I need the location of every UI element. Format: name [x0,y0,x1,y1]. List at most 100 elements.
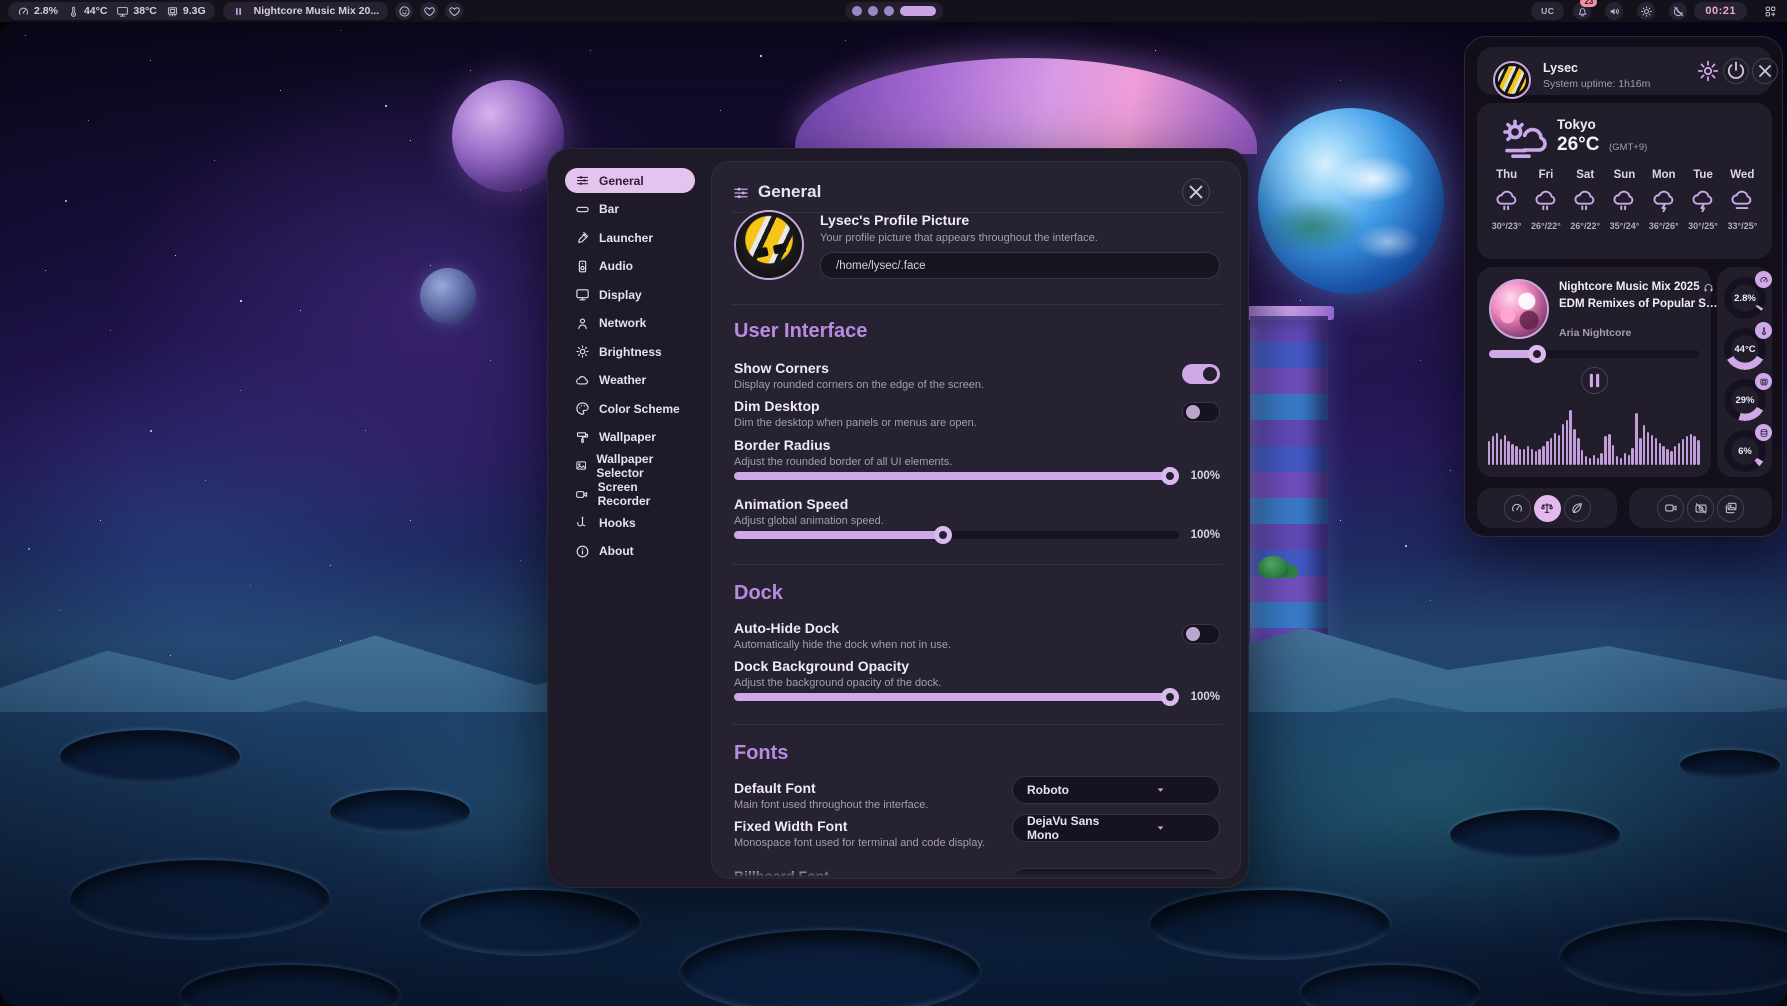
auto-hide-dock-toggle[interactable] [1182,624,1220,644]
media-progress-slider[interactable] [1489,345,1699,363]
fixed-font-value: DejaVu Sans Mono [1027,814,1116,842]
dock-opacity-slider[interactable] [734,688,1179,706]
waveform-bar [1577,438,1579,465]
heart-button[interactable] [420,2,438,20]
utility-video[interactable] [1657,495,1684,522]
waveform-bar [1670,451,1672,465]
waveform-bar [1662,446,1664,465]
media-title-line2: EDM Remixes of Popular S… [1559,298,1717,310]
sidebar-item-general[interactable]: General [565,168,695,193]
workspace-dot[interactable] [868,6,878,16]
sidebar-item-brightness[interactable]: Brightness [565,339,695,364]
pause-button[interactable] [1581,367,1608,394]
heart-button[interactable] [445,2,463,20]
waveform-bar [1620,458,1622,465]
animation-speed-slider[interactable] [734,526,1179,544]
user-avatar[interactable] [1493,61,1531,99]
power-button[interactable] [1723,58,1749,84]
waveform-bar [1585,456,1587,465]
rain-icon [1533,188,1559,214]
system-stats-pill[interactable]: 2.8%44°C38°C9.3G [8,2,215,20]
slider-knob[interactable] [934,526,952,544]
show-corners-label: Show Corners [734,360,829,376]
media-artist: Aria Nightcore [1559,327,1631,339]
workspace-indicator[interactable] [845,2,943,20]
slider-knob[interactable] [1161,688,1179,706]
speedometer-icon [1755,271,1772,288]
power-profile-scales[interactable] [1534,495,1561,522]
slider-knob[interactable] [1161,467,1179,485]
sun-icon [1640,5,1653,18]
audio-icon [575,259,590,274]
notifications-button[interactable]: 23 [1573,2,1591,20]
sidebar-item-launcher[interactable]: Launcher [565,225,695,250]
sidebar-item-label: Weather [599,373,646,387]
sidebar-item-bar[interactable]: Bar [565,197,695,222]
panel-close-button[interactable] [1752,58,1778,84]
border-radius-slider[interactable] [734,467,1179,485]
sidebar-item-network[interactable]: Network [565,311,695,336]
monitor-icon [575,287,590,302]
auto-hide-dock-desc: Automatically hide the dock when not in … [734,639,951,651]
power-profile-leaf[interactable] [1564,495,1591,522]
tray-icon[interactable]: UC [1531,2,1564,20]
scroll-fade [712,868,1240,878]
default-font-desc: Main font used throughout the interface. [734,799,928,811]
sidebar-item-hooks[interactable]: Hooks [565,510,695,535]
brightness-button[interactable] [1637,2,1655,20]
night-light-button[interactable] [1669,2,1687,20]
media-player-card: Nightcore Music Mix 2025 EDM Remixes of … [1477,267,1711,477]
sidebar-item-weather[interactable]: Weather [565,368,695,393]
slider-knob[interactable] [1528,345,1546,363]
volume-button[interactable] [1605,2,1623,20]
profile-path-input[interactable]: /home/lysec/.face [820,252,1220,279]
sidebar-item-audio[interactable]: Audio [565,254,695,279]
gauge-disk: 6% [1724,430,1766,472]
power-icon [1724,59,1748,83]
waveform-bar [1566,420,1568,465]
divider [732,212,1222,213]
user-header-card: Lysec System uptime: 1h16m [1477,47,1772,95]
power-profile-speedometer[interactable] [1504,495,1531,522]
media-pill[interactable]: Nightcore Music Mix 20... [223,2,388,20]
workspace-active[interactable] [900,6,936,16]
show-corners-toggle[interactable] [1182,364,1220,384]
settings-button[interactable] [1695,58,1721,84]
sidebar-item-color-scheme[interactable]: Color Scheme [565,396,695,421]
workspace-dot[interactable] [852,6,862,16]
utility-camera-off[interactable] [1687,495,1714,522]
dim-desktop-toggle[interactable] [1182,402,1220,422]
info-icon [575,544,590,559]
waveform-bar [1511,444,1513,465]
fixed-font-label: Fixed Width Font [734,818,847,834]
storm-icon [1690,188,1716,214]
sidebar-item-about[interactable]: About [565,539,695,564]
default-font-dropdown[interactable]: Roboto [1012,776,1220,804]
app-grid-button[interactable] [1761,2,1779,20]
section-title-fonts: Fonts [734,742,788,765]
profile-avatar[interactable] [734,210,804,280]
stat-speedometer: 2.8% [17,5,58,18]
sidebar-item-display[interactable]: Display [565,282,695,307]
sidebar-item-screen-recorder[interactable]: Screen Recorder [565,482,695,507]
sidebar-item-wallpaper-selector[interactable]: Wallpaper Selector [565,453,695,478]
stat-thermometer: 44°C [67,5,107,18]
grid-icon [1764,5,1777,18]
waveform-bar [1616,456,1618,465]
album-art[interactable] [1489,279,1549,339]
waveform-bar [1538,449,1540,465]
thermometer-icon [67,5,80,18]
thermometer-icon [1755,322,1772,339]
utility-pictures[interactable] [1717,495,1744,522]
workspace-dot[interactable] [884,6,894,16]
slider-fill [734,693,1179,701]
rocket-icon [575,230,590,245]
fixed-font-dropdown[interactable]: DejaVu Sans Mono [1012,814,1220,842]
section-title-ui: User Interface [734,320,867,343]
clock[interactable]: 00:21 [1694,2,1747,20]
sidebar-item-wallpaper[interactable]: Wallpaper [565,425,695,450]
sidebar-item-label: Screen Recorder [598,480,685,508]
robot-button[interactable] [395,2,413,20]
waveform-bar [1569,410,1571,465]
close-button[interactable] [1182,178,1210,206]
